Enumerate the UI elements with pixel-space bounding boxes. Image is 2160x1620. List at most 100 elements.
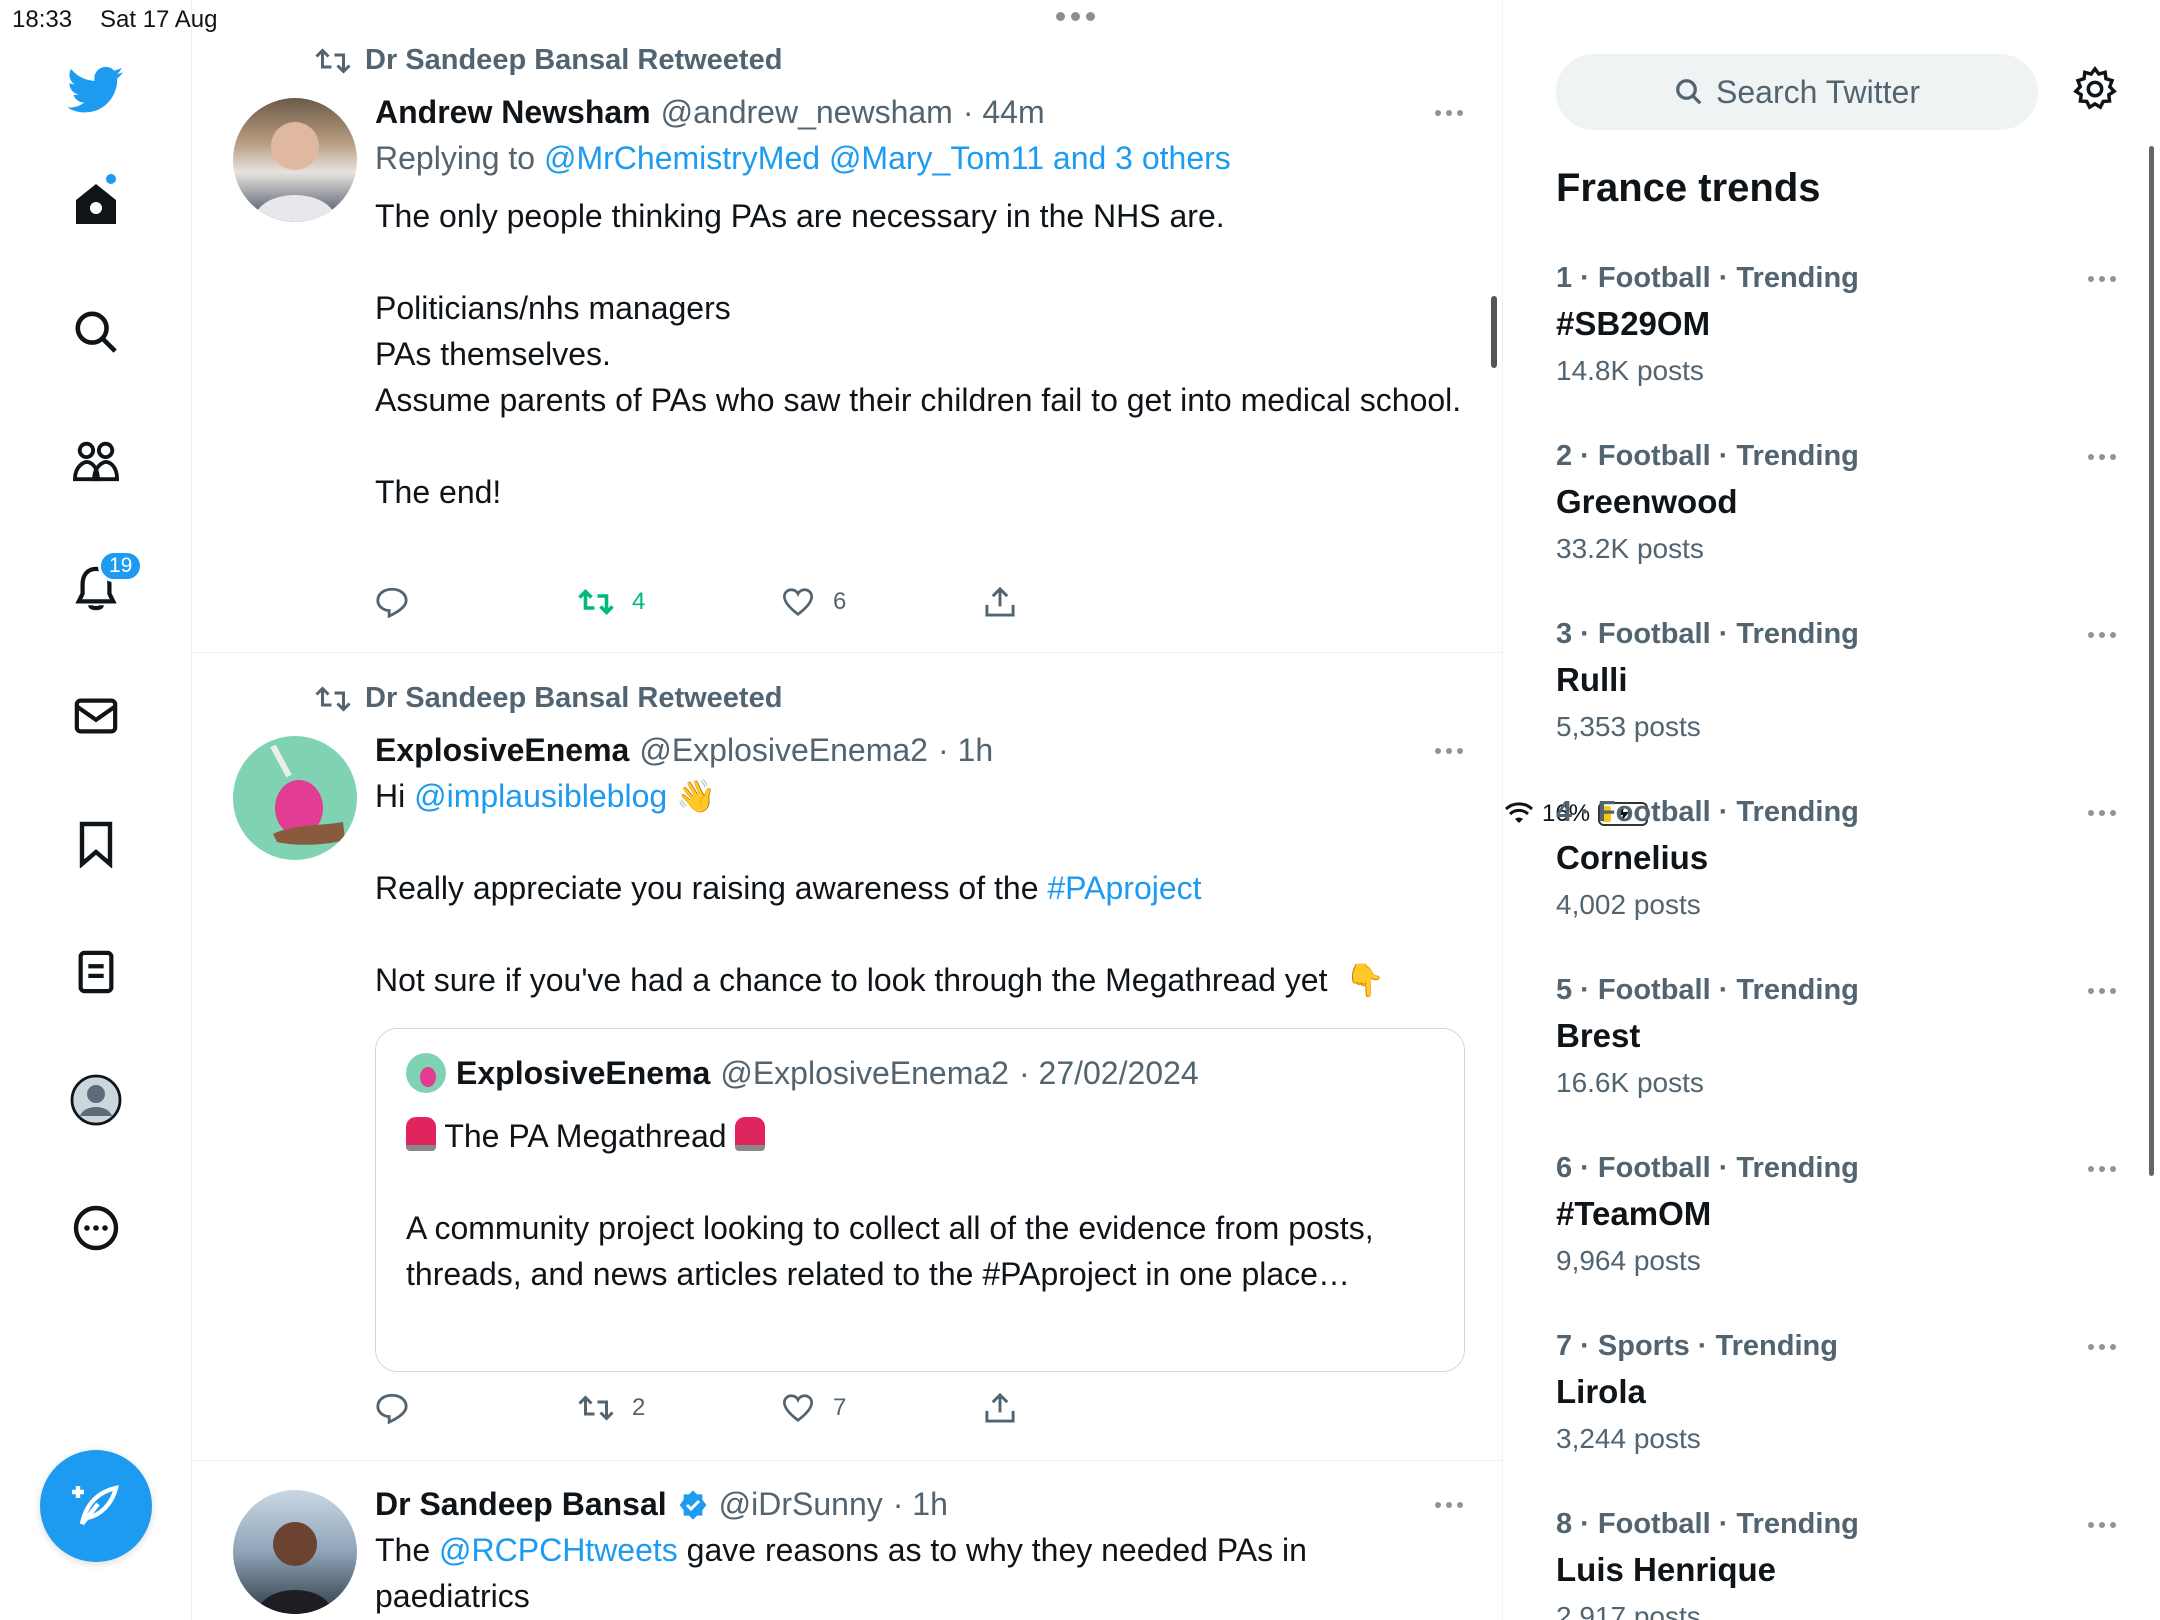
text-span: The bbox=[375, 1532, 440, 1568]
compose-button[interactable] bbox=[40, 1450, 152, 1562]
tweet-time[interactable]: · 44m bbox=[963, 94, 1045, 131]
trend-item[interactable]: 5 · Football · Trending Brest 16.6K post… bbox=[1556, 974, 2116, 1099]
text-span: Really appreciate you raising awareness … bbox=[375, 870, 1048, 906]
retweet-icon bbox=[578, 588, 614, 616]
reply-button[interactable] bbox=[375, 1392, 578, 1424]
trend-count: 5,353 posts bbox=[1556, 711, 1701, 742]
trend-name: #TeamOM bbox=[1556, 1195, 1712, 1232]
tweet-text-line: Hi @implausibleblog 👋 bbox=[375, 773, 1465, 819]
share-icon bbox=[985, 1392, 1015, 1423]
timeline-feed: Dr Sandeep Bansal Retweeted Andrew Newsh… bbox=[193, 0, 1503, 1620]
like-button[interactable]: 7 bbox=[781, 1392, 984, 1424]
tweet-more-icon[interactable] bbox=[1435, 748, 1463, 754]
text-span: Hi bbox=[375, 778, 415, 814]
replying-to-line: Replying to @MrChemistryMed @Mary_Tom11 … bbox=[375, 135, 1465, 181]
trend-item[interactable]: 6 · Football · Trending #TeamOM 9,964 po… bbox=[1556, 1152, 2116, 1277]
author-name[interactable]: Andrew Newsham bbox=[375, 94, 651, 131]
feed-scrollbar[interactable] bbox=[1491, 296, 1497, 368]
avatar[interactable] bbox=[233, 736, 357, 860]
tweet[interactable]: Dr Sandeep Bansal @iDrSunny · 1h The @RC… bbox=[193, 1462, 1503, 1620]
trend-item[interactable]: 1 · Football · Trending #SB29OM 14.8K po… bbox=[1556, 262, 2116, 387]
right-sidebar: Search Twitter France trends 1 · Footbal… bbox=[1504, 0, 2160, 1620]
author-name[interactable]: ExplosiveEnema bbox=[375, 732, 629, 769]
trend-more-icon[interactable] bbox=[2088, 810, 2116, 816]
like-icon bbox=[782, 1394, 814, 1422]
bookmark-icon[interactable] bbox=[58, 806, 134, 882]
communities-icon[interactable] bbox=[58, 422, 134, 498]
trend-item[interactable]: 4 · Football · Trending Cornelius 4,002 … bbox=[1556, 796, 2116, 921]
share-button[interactable] bbox=[984, 586, 1187, 618]
trend-more-icon[interactable] bbox=[2088, 276, 2116, 282]
search-icon[interactable] bbox=[58, 294, 134, 370]
tweet[interactable]: Dr Sandeep Bansal Retweeted Andrew Newsh… bbox=[193, 0, 1503, 653]
trend-name: Luis Henrique bbox=[1556, 1551, 1777, 1588]
mention-link[interactable]: @RCPCHtweets bbox=[439, 1532, 678, 1568]
like-count: 6 bbox=[833, 588, 847, 615]
share-button[interactable] bbox=[984, 1392, 1187, 1424]
trend-count: 33.2K posts bbox=[1556, 533, 1704, 564]
tweet-header: ExplosiveEnema @ExplosiveEnema2 · 1h bbox=[375, 732, 1465, 769]
trend-name: Rulli bbox=[1556, 661, 1628, 698]
trend-more-icon[interactable] bbox=[2088, 632, 2116, 638]
trend-item[interactable]: 3 · Football · Trending Rulli 5,353 post… bbox=[1556, 618, 2116, 743]
home-icon[interactable] bbox=[58, 166, 134, 242]
share-icon bbox=[985, 586, 1015, 617]
reply-button[interactable] bbox=[375, 586, 578, 618]
author-handle[interactable]: @andrew_newsham bbox=[661, 94, 953, 131]
trend-count: 16.6K posts bbox=[1556, 1067, 1704, 1098]
trends-title: France trends bbox=[1556, 166, 1821, 210]
search-icon bbox=[1676, 79, 1702, 105]
bell-icon[interactable]: 19 bbox=[58, 550, 144, 626]
trend-category: 6 · Football · Trending bbox=[1556, 1152, 1859, 1184]
trend-item[interactable]: 7 · Sports · Trending Lirola 3,244 posts bbox=[1556, 1330, 2116, 1455]
wave-emoji: 👋 bbox=[676, 778, 716, 814]
tweet-actions: 4 6 bbox=[375, 586, 1187, 618]
retweet-button[interactable]: 4 bbox=[578, 586, 781, 618]
trend-more-icon[interactable] bbox=[2088, 1166, 2116, 1172]
quote-time: · 27/02/2024 bbox=[1018, 1054, 1199, 1091]
retweet-icon bbox=[315, 47, 351, 74]
trend-category: 8 · Football · Trending bbox=[1556, 1508, 1859, 1540]
quote-author-handle: @ExplosiveEnema2 bbox=[720, 1054, 1009, 1091]
retweet-count: 2 bbox=[632, 1394, 646, 1421]
trend-name: Lirola bbox=[1556, 1373, 1646, 1410]
tweet-more-icon[interactable] bbox=[1435, 110, 1463, 116]
trend-item[interactable]: 8 · Football · Trending Luis Henrique 2,… bbox=[1556, 1508, 2116, 1620]
tweet[interactable]: Dr Sandeep Bansal Retweeted ExplosiveEne… bbox=[193, 654, 1503, 1461]
quoted-tweet[interactable]: ExplosiveEnema @ExplosiveEnema2 · 27/02/… bbox=[375, 1028, 1465, 1372]
tweet-time[interactable]: · 1h bbox=[938, 732, 993, 769]
trend-more-icon[interactable] bbox=[2088, 454, 2116, 460]
home-new-dot bbox=[104, 172, 118, 186]
siren-icon bbox=[735, 1117, 766, 1151]
twitter-bird-icon[interactable] bbox=[58, 52, 134, 128]
retweeted-by-label: Dr Sandeep Bansal Retweeted bbox=[365, 682, 783, 714]
author-handle[interactable]: @ExplosiveEnema2 bbox=[639, 732, 928, 769]
gear-icon[interactable] bbox=[2072, 65, 2118, 117]
like-button[interactable]: 6 bbox=[781, 586, 984, 618]
more-circle-icon[interactable] bbox=[58, 1190, 134, 1266]
trend-more-icon[interactable] bbox=[2088, 1344, 2116, 1350]
mail-icon[interactable] bbox=[58, 678, 134, 754]
compose-icon bbox=[72, 1485, 120, 1526]
avatar[interactable] bbox=[233, 1490, 357, 1614]
profile-icon[interactable] bbox=[58, 1062, 134, 1138]
tweet-more-icon[interactable] bbox=[1435, 1502, 1463, 1508]
trend-item[interactable]: 2 · Football · Trending Greenwood 33.2K … bbox=[1556, 440, 2116, 565]
hashtag-link[interactable]: #PAproject bbox=[1047, 870, 1201, 906]
search-box[interactable]: Search Twitter bbox=[1556, 54, 2038, 130]
reply-icon bbox=[376, 1393, 408, 1424]
author-name[interactable]: Dr Sandeep Bansal bbox=[375, 1486, 667, 1523]
trend-more-icon[interactable] bbox=[2088, 1522, 2116, 1528]
trend-count: 9,964 posts bbox=[1556, 1245, 1701, 1276]
author-handle[interactable]: @iDrSunny bbox=[719, 1486, 883, 1523]
sidebar-scrollbar[interactable] bbox=[2149, 146, 2154, 1176]
mention-link[interactable]: @implausibleblog bbox=[414, 778, 667, 814]
tweet-time[interactable]: · 1h bbox=[893, 1486, 948, 1523]
replying-to-links[interactable]: @MrChemistryMed @Mary_Tom11 and 3 others bbox=[544, 140, 1231, 176]
lists-icon[interactable] bbox=[58, 934, 134, 1010]
retweet-button[interactable]: 2 bbox=[578, 1392, 781, 1424]
avatar[interactable] bbox=[233, 98, 357, 222]
trend-more-icon[interactable] bbox=[2088, 988, 2116, 994]
reply-icon bbox=[376, 587, 408, 618]
siren-icon bbox=[406, 1117, 436, 1151]
